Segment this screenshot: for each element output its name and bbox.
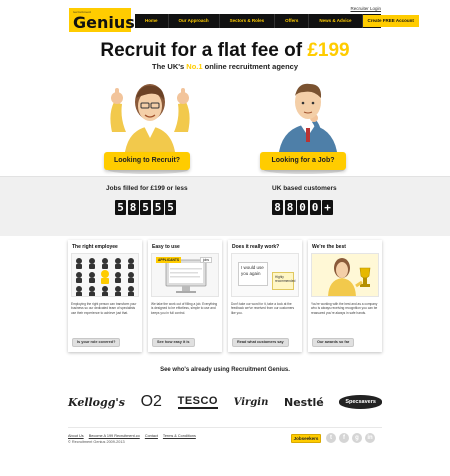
- footer-link-about[interactable]: About Us: [68, 434, 84, 438]
- hero-title: Recruit for a flat fee of £199: [0, 40, 450, 62]
- monitor-illustration: APPLICANTS jobs: [151, 253, 219, 297]
- counter-digit: 5: [165, 200, 176, 215]
- footer-link-contact[interactable]: Contact: [145, 434, 158, 438]
- people-grid-illustration: [71, 253, 139, 297]
- tesco-logo: TESCO: [177, 395, 218, 409]
- nav-home[interactable]: Home: [135, 14, 169, 28]
- counter-digit: 0: [309, 200, 321, 215]
- jobseekers-button[interactable]: Jobseekers: [291, 434, 321, 443]
- card-text: We take the work out of filling a job. E…: [151, 302, 218, 315]
- footer-link-terms[interactable]: Terms & Conditions: [163, 434, 196, 438]
- quote-note: I would use you again: [238, 262, 268, 286]
- card-easy-to-use: Easy to use APPLICANTS jobs We take the …: [148, 240, 222, 352]
- counter-digit: 5: [140, 200, 151, 215]
- counter-digit: 5: [115, 200, 126, 215]
- counter-digit: 8: [272, 200, 283, 215]
- nestle-logo: Nestlé: [284, 395, 324, 409]
- counter-digit: 5: [152, 200, 164, 215]
- footer-link-become[interactable]: Become A 199 Recruitment.co: [89, 434, 140, 438]
- card-were-the-best: We're the best You're working with the b…: [308, 240, 382, 352]
- hero-price: £199: [307, 40, 350, 61]
- counter-digit: 8: [127, 200, 139, 215]
- applicants-tag: APPLICANTS: [156, 257, 182, 263]
- hero-no1: No.1: [186, 62, 203, 71]
- card-title: Does it really work?: [232, 244, 280, 250]
- hero-sub-prefix: The UK's: [151, 62, 187, 71]
- google-plus-icon[interactable]: g: [352, 433, 362, 443]
- feature-cards: The right employee Employing the right p…: [68, 240, 382, 352]
- card-title: Easy to use: [152, 244, 180, 250]
- card-right-employee: The right employee Employing the right p…: [68, 240, 142, 352]
- read-customers-button[interactable]: Read what customers say: [232, 338, 289, 347]
- virgin-logo: Virgin: [233, 396, 269, 408]
- role-covered-button[interactable]: Is your role covered?: [72, 338, 121, 347]
- counter-digit: +: [322, 200, 333, 215]
- people-grid-icon: [76, 258, 134, 296]
- social-links: t f g in: [326, 433, 375, 443]
- see-how-easy-button[interactable]: See how easy it is: [152, 338, 195, 347]
- kelloggs-logo: Kellogg's: [68, 395, 125, 409]
- jobs-filled-counter: 5 8 5 5 5: [115, 200, 176, 215]
- jobs-filled-label: Jobs filled for £199 or less: [106, 185, 188, 192]
- client-logos: Kellogg's O2 TESCO Virgin Nestlé Specsav…: [68, 392, 382, 412]
- nav-offers[interactable]: Offers: [275, 14, 310, 28]
- looking-to-recruit-button[interactable]: Looking to Recruit?: [104, 152, 190, 170]
- card-title: The right employee: [72, 244, 118, 250]
- recruiter-login-link[interactable]: Recruiter Login: [350, 6, 381, 11]
- card-does-it-work: Does it really work? I would use you aga…: [228, 240, 302, 352]
- man-illustration: [278, 83, 338, 164]
- nav-news-advice[interactable]: News & Advice: [309, 14, 363, 28]
- customers-label: UK based customers: [272, 185, 337, 192]
- hero-title-text: Recruit for a flat fee of: [100, 40, 308, 61]
- card-title: We're the best: [312, 244, 346, 250]
- award-illustration: [311, 253, 379, 297]
- o2-logo: O2: [140, 393, 162, 410]
- logo[interactable]: recruitment Genius: [69, 8, 135, 32]
- hero-sub-suffix: online recruitment agency: [202, 62, 298, 71]
- hero-subtitle: The UK's No.1 online recruitment agency: [0, 62, 450, 71]
- counter-digit: 8: [284, 200, 296, 215]
- customers-counter: 8 8 0 0 +: [272, 200, 333, 215]
- specsavers-logo: Specsavers: [339, 395, 382, 409]
- quote-note: Highly recommended: [272, 272, 295, 290]
- footer-divider: [68, 427, 382, 428]
- card-text: Don't take our word for it, take a look …: [231, 302, 295, 315]
- twitter-icon[interactable]: t: [326, 433, 336, 443]
- card-text: Employing the right person can transform…: [71, 302, 137, 315]
- clients-title: See who's already using Recruitment Geni…: [160, 367, 290, 373]
- looking-for-job-button[interactable]: Looking for a Job?: [260, 152, 346, 170]
- footer-links: About Us Become A 199 Recruitment.co Con…: [68, 434, 200, 438]
- testimonial-illustration: I would use you again Highly recommended: [231, 253, 299, 297]
- logo-text: Genius: [73, 13, 135, 32]
- nav-sectors-roles[interactable]: Sectors & Roles: [220, 14, 276, 28]
- trophy-woman-icon: [328, 258, 371, 296]
- our-awards-button[interactable]: Our awards so far: [312, 338, 355, 347]
- create-account-button[interactable]: Create FREE Account: [362, 15, 419, 27]
- linkedin-icon[interactable]: in: [365, 433, 375, 443]
- facebook-icon[interactable]: f: [339, 433, 349, 443]
- stats-strip: Jobs filled for £199 or less 5 8 5 5 5 U…: [0, 176, 450, 236]
- copyright: © Recruitment Genius 2009-2013: [68, 440, 125, 444]
- card-text: You're working with the best and as a co…: [311, 302, 378, 315]
- woman-illustration: [110, 84, 190, 164]
- nav-our-approach[interactable]: Our Approach: [169, 14, 220, 28]
- jobs-tag: jobs: [199, 257, 212, 263]
- main-nav: Home Our Approach Sectors & Roles Offers…: [135, 14, 419, 28]
- counter-digit: 0: [297, 200, 308, 215]
